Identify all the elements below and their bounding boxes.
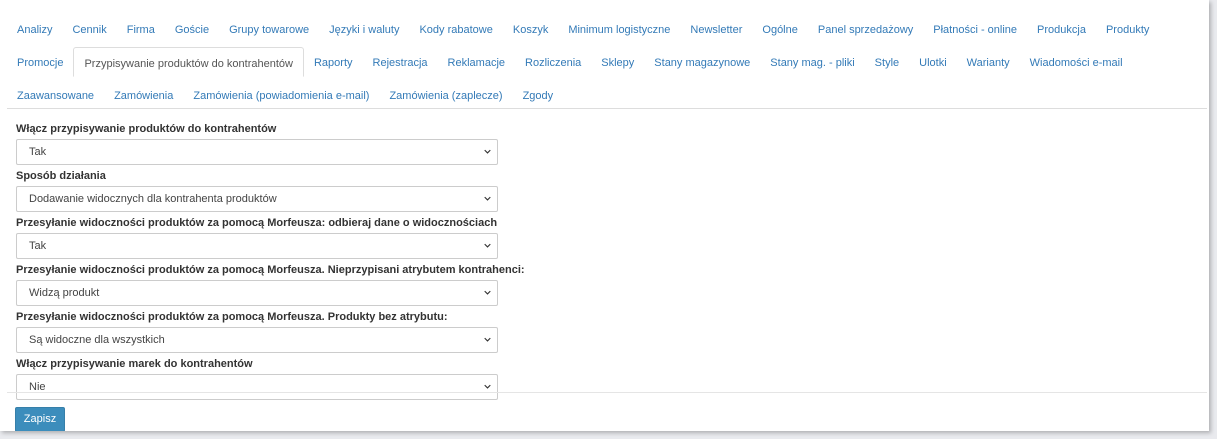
- tab-zaawansowane[interactable]: Zaawansowane: [7, 80, 104, 109]
- chevron-down-icon: [484, 290, 491, 295]
- tab-raporty[interactable]: Raporty: [304, 47, 363, 76]
- operation-mode-select[interactable]: Dodawanie widocznych dla kontrahenta pro…: [16, 186, 498, 212]
- tab-minimum-logistyczne[interactable]: Minimum logistyczne: [558, 14, 680, 43]
- tab-produkty[interactable]: Produkty: [1096, 14, 1159, 43]
- tab-promocje[interactable]: Promocje: [7, 47, 73, 76]
- tab-analizy[interactable]: Analizy: [7, 14, 62, 43]
- tab-grupy-towarowe[interactable]: Grupy towarowe: [219, 14, 319, 43]
- field-label-morfeusz-unassigned: Przesyłanie widoczności produktów za pom…: [16, 264, 525, 276]
- settings-panel: Analizy Cennik Firma Goście Grupy towaro…: [0, 0, 1209, 431]
- tab-cennik[interactable]: Cennik: [62, 14, 116, 43]
- chevron-down-icon: [484, 337, 491, 342]
- select-value: Są widoczne dla wszystkich: [29, 334, 165, 346]
- tab-jezyki-i-waluty[interactable]: Języki i waluty: [319, 14, 409, 43]
- morfeusz-receive-select[interactable]: Tak: [16, 233, 498, 259]
- tab-produkcja[interactable]: Produkcja: [1027, 14, 1096, 43]
- field-label-brand-assignment: Włącz przypisywanie marek do kontrahentó…: [16, 358, 253, 370]
- select-value: Tak: [29, 240, 47, 252]
- field-label-enable-assignment: Włącz przypisywanie produktów do kontrah…: [16, 123, 277, 135]
- chevron-down-icon: [484, 196, 491, 201]
- select-value: Tak: [29, 146, 47, 158]
- field-label-morfeusz-receive: Przesyłanie widoczności produktów za pom…: [16, 217, 498, 229]
- tab-kody-rabatowe[interactable]: Kody rabatowe: [409, 14, 502, 43]
- field-label-morfeusz-no-attribute: Przesyłanie widoczności produktów za pom…: [16, 311, 448, 323]
- tab-sklepy[interactable]: Sklepy: [591, 47, 644, 76]
- tab-row-3: Zaawansowane Zamówienia Zamówienia (powi…: [7, 80, 563, 109]
- settings-tabs: Analizy Cennik Firma Goście Grupy towaro…: [7, 14, 1207, 109]
- tab-reklamacje[interactable]: Reklamacje: [438, 47, 515, 76]
- tab-warianty[interactable]: Warianty: [957, 47, 1020, 76]
- morfeusz-unassigned-select[interactable]: Widzą produkt: [16, 280, 498, 306]
- select-value: Dodawanie widocznych dla kontrahenta pro…: [29, 193, 277, 205]
- tab-newsletter[interactable]: Newsletter: [680, 14, 752, 43]
- tab-style[interactable]: Style: [865, 47, 909, 76]
- tab-stany-mag-pliki[interactable]: Stany mag. - pliki: [760, 47, 864, 76]
- tab-przypisywanie-produktow[interactable]: Przypisywanie produktów do kontrahentów: [73, 47, 304, 77]
- tab-rejestracja[interactable]: Rejestracja: [363, 47, 438, 76]
- tab-row-1: Analizy Cennik Firma Goście Grupy towaro…: [7, 14, 1159, 43]
- form-divider: [7, 392, 1207, 393]
- chevron-down-icon: [484, 149, 491, 154]
- tab-stany-magazynowe[interactable]: Stany magazynowe: [644, 47, 760, 76]
- tab-wiadomosci-email[interactable]: Wiadomości e-mail: [1020, 47, 1133, 76]
- chevron-down-icon: [484, 243, 491, 248]
- tab-rozliczenia[interactable]: Rozliczenia: [515, 47, 591, 76]
- tab-ulotki[interactable]: Ulotki: [909, 47, 957, 76]
- select-value: Widzą produkt: [29, 287, 100, 299]
- tab-zamowienia-powiadomienia[interactable]: Zamówienia (powiadomienia e-mail): [183, 80, 379, 109]
- tab-platnosci-online[interactable]: Płatności - online: [923, 14, 1027, 43]
- settings-form: Włącz przypisywanie produktów do kontrah…: [16, 122, 525, 404]
- tab-zgody[interactable]: Zgody: [513, 80, 564, 109]
- tab-zamowienia-zaplecze[interactable]: Zamówienia (zaplecze): [379, 80, 512, 109]
- brand-assignment-select[interactable]: Nie: [16, 374, 498, 400]
- morfeusz-no-attribute-select[interactable]: Są widoczne dla wszystkich: [16, 327, 498, 353]
- save-button[interactable]: Zapisz: [15, 407, 65, 431]
- tab-zamowienia[interactable]: Zamówienia: [104, 80, 183, 109]
- tab-firma[interactable]: Firma: [117, 14, 165, 43]
- field-label-operation-mode: Sposób działania: [16, 170, 106, 182]
- tab-koszyk[interactable]: Koszyk: [503, 14, 558, 43]
- tab-row-2: Promocje Przypisywanie produktów do kont…: [7, 47, 1133, 77]
- tab-goscie[interactable]: Goście: [165, 14, 219, 43]
- enable-assignment-select[interactable]: Tak: [16, 139, 498, 165]
- tab-ogolne[interactable]: Ogólne: [752, 14, 807, 43]
- chevron-down-icon: [484, 384, 491, 389]
- tab-panel-sprzedazowy[interactable]: Panel sprzedażowy: [808, 14, 923, 43]
